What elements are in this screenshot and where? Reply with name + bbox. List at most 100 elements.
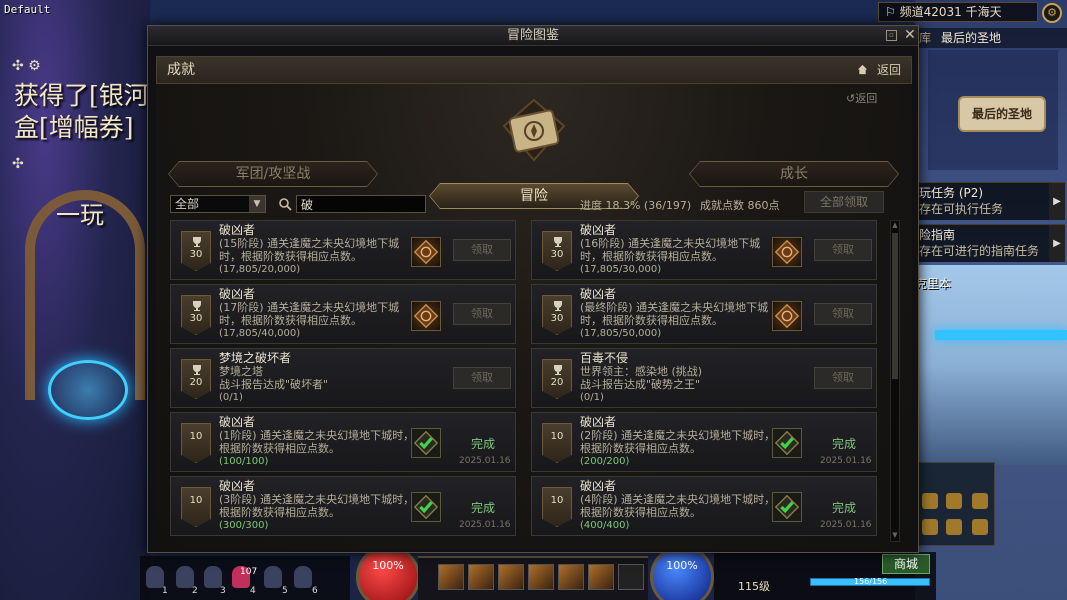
claim-button[interactable]: 领取 <box>453 303 511 325</box>
settings-icon[interactable]: ⚙ <box>1042 3 1062 23</box>
side-quest-1[interactable]: 玩任务 (P2) 存在可执行任务 ▶ <box>915 182 1065 220</box>
achievement-name: 破凶者 <box>580 479 617 493</box>
chevron-right-icon[interactable]: ▶ <box>1049 183 1065 220</box>
badge-points: 20 <box>550 377 564 388</box>
achievement-progress: (0/1) <box>219 392 243 403</box>
shortcut-icon[interactable] <box>946 519 962 535</box>
scroll-down-icon[interactable]: ▼ <box>891 531 899 541</box>
achievement-points-badge <box>542 487 572 527</box>
achievement-name: 破凶者 <box>219 479 256 493</box>
tab-growth[interactable]: 成长 <box>690 162 898 186</box>
skill-icon[interactable] <box>558 564 584 590</box>
claim-button[interactable]: 领取 <box>453 367 511 389</box>
achievement-progress: (17,805/50,000) <box>580 328 662 339</box>
minimap-node[interactable]: 最后的圣地 <box>958 96 1046 132</box>
achievement-card[interactable]: 10 破凶者 (3阶段) 通关逢魔之未央幻境地下城时，根据阶数获得相应点数。 (300… <box>170 476 516 536</box>
claim-button[interactable]: 领取 <box>814 303 872 325</box>
achievement-progress: (0/1) <box>580 392 604 403</box>
potion-key: 2 <box>192 586 198 596</box>
shortcut-icon[interactable] <box>972 493 988 509</box>
potion-key: 5 <box>282 586 288 596</box>
reward-icon[interactable] <box>411 237 441 267</box>
search-input[interactable] <box>296 195 426 213</box>
scroll-thumb[interactable] <box>892 233 898 379</box>
shop-button[interactable]: 商城 <box>882 554 930 574</box>
shortcut-icon[interactable] <box>922 519 938 535</box>
skill-icon[interactable] <box>528 564 554 590</box>
window-titlebar[interactable]: 冒险图鉴 ▫ ✕ <box>148 26 918 46</box>
reward-icon[interactable] <box>772 301 802 331</box>
achievement-card[interactable]: 20 梦境之破坏者 梦境之塔 战斗报告达成"破坏者" (0/1) 领取 <box>170 348 516 408</box>
home-icon[interactable] <box>857 64 868 75</box>
return-link[interactable]: ↺返回 <box>846 90 877 106</box>
skill-icon[interactable] <box>498 564 524 590</box>
window-title: 冒险图鉴 <box>506 28 559 43</box>
trophy-icon <box>554 365 562 375</box>
achievement-card[interactable]: 10 破凶者 (4阶段) 通关逢魔之未央幻境地下城时，根据阶数获得相应点数。 (400… <box>531 476 877 536</box>
tab-legion-raid[interactable]: 军团/攻坚战 <box>169 162 377 186</box>
achievement-panel: ↺返回 军团/攻坚战 冒险 成长 全部 ▼ 进度 18.3% (36/197) … <box>156 84 912 550</box>
reward-icon[interactable] <box>772 237 802 267</box>
gain-message-line3: 一玩 <box>56 201 104 229</box>
channel-bar[interactable]: ⚐ 频道42031 千海天 <box>878 2 1038 22</box>
chevron-right-icon[interactable]: ▶ <box>1049 225 1065 262</box>
reward-icon[interactable] <box>411 301 441 331</box>
achievement-card[interactable]: 30 破凶者 (最终阶段) 通关逢魔之未央幻境地下城时，根据阶数获得相应点数。 (17… <box>531 284 877 344</box>
potion-icon[interactable] <box>264 566 282 588</box>
status-complete: 完成 <box>471 437 496 451</box>
achievement-card[interactable]: 10 破凶者 (2阶段) 通关逢魔之未央幻境地下城时，根据阶数获得相应点数。 (200… <box>531 412 877 472</box>
claim-all-button[interactable]: 全部领取 <box>804 191 884 213</box>
skill-icon[interactable] <box>588 564 614 590</box>
restore-icon[interactable]: ▫ <box>886 30 897 41</box>
skill-icon[interactable] <box>468 564 494 590</box>
claim-button[interactable]: 领取 <box>814 239 872 261</box>
achievement-progress: (17,805/20,000) <box>219 264 301 275</box>
potion-icon[interactable] <box>146 566 164 588</box>
badge-points: 30 <box>189 313 203 324</box>
badge-points: 30 <box>550 249 564 260</box>
hp-orb: 100% <box>356 545 420 600</box>
achievement-desc: (4阶段) 通关逢魔之未央幻境地下城时，根据阶数获得相应点数。 <box>580 493 776 519</box>
achievement-card[interactable]: 30 破凶者 (17阶段) 通关逢魔之未央幻境地下城时，根据阶数获得相应点数。 (17… <box>170 284 516 344</box>
side-quest-2[interactable]: 险指南 存在可进行的指南任务 ▶ <box>915 224 1065 262</box>
channel-icon: ⚐ <box>885 5 900 19</box>
adventure-codex-window: 冒险图鉴 ▫ ✕ 成就 返回 ↺返回 军团/攻坚战 冒险 成长 全部 ▼ 破 进… <box>147 25 919 553</box>
return-button[interactable]: 返回 <box>877 57 901 83</box>
claim-button[interactable]: 领取 <box>453 239 511 261</box>
category-filter-select[interactable]: 全部 ▼ <box>170 195 266 213</box>
achievement-card[interactable]: 10 破凶者 (1阶段) 通关逢魔之未央幻境地下城时，根据阶数获得相应点数。 (100… <box>170 412 516 472</box>
potion-icon[interactable] <box>294 566 312 588</box>
shortcut-icon[interactable] <box>972 519 988 535</box>
list-scrollbar[interactable]: ▲ ▼ <box>890 220 900 542</box>
chevron-down-icon[interactable]: ▼ <box>249 196 265 212</box>
achievement-card[interactable]: 30 破凶者 (15阶段) 通关逢魔之未央幻境地下城时，根据阶数获得相应点数。 (17… <box>170 220 516 280</box>
achievement-card[interactable]: 20 百毒不侵 世界领主：感染地 (挑战) 战斗报告达成"破势之王" (0/1) 领取 <box>531 348 877 408</box>
scroll-up-icon[interactable]: ▲ <box>891 221 899 231</box>
badge-points: 10 <box>189 495 203 506</box>
move-gear-icon[interactable]: ✣ ⚙ <box>12 58 41 74</box>
refresh-icon: ↺ <box>846 92 856 105</box>
potion-icon[interactable] <box>204 566 222 588</box>
minimap[interactable]: 最后的圣地 <box>928 50 1058 170</box>
potion-icon[interactable] <box>176 566 194 588</box>
skill-icon[interactable] <box>618 564 644 590</box>
trophy-icon <box>554 237 562 247</box>
close-icon[interactable]: ✕ <box>904 26 916 44</box>
character-level: 115级 <box>738 580 770 593</box>
achievement-name: 梦境之破坏者 <box>219 351 292 365</box>
return-link-label: 返回 <box>855 92 878 105</box>
mp-orb: 100% <box>650 545 714 600</box>
achievement-name: 破凶者 <box>219 415 256 429</box>
completion-date: 2025.01.16 <box>459 456 511 466</box>
achievement-card[interactable]: 30 破凶者 (16阶段) 通关逢魔之未央幻境地下城时，根据阶数获得相应点数。 (17… <box>531 220 877 280</box>
claim-button[interactable]: 领取 <box>814 367 872 389</box>
checkmark-icon <box>411 492 441 522</box>
badge-points: 20 <box>189 377 203 388</box>
section-title: 成就 <box>167 62 195 78</box>
achievement-desc: (1阶段) 通关逢魔之未央幻境地下城时，根据阶数获得相应点数。 <box>219 429 415 455</box>
shortcut-icon[interactable] <box>946 493 962 509</box>
skill-icon[interactable] <box>438 564 464 590</box>
move-icon[interactable]: ✣ <box>12 156 24 172</box>
side-quest-sub: 存在可进行的指南任务 <box>919 244 1040 258</box>
shortcut-icon[interactable] <box>922 493 938 509</box>
